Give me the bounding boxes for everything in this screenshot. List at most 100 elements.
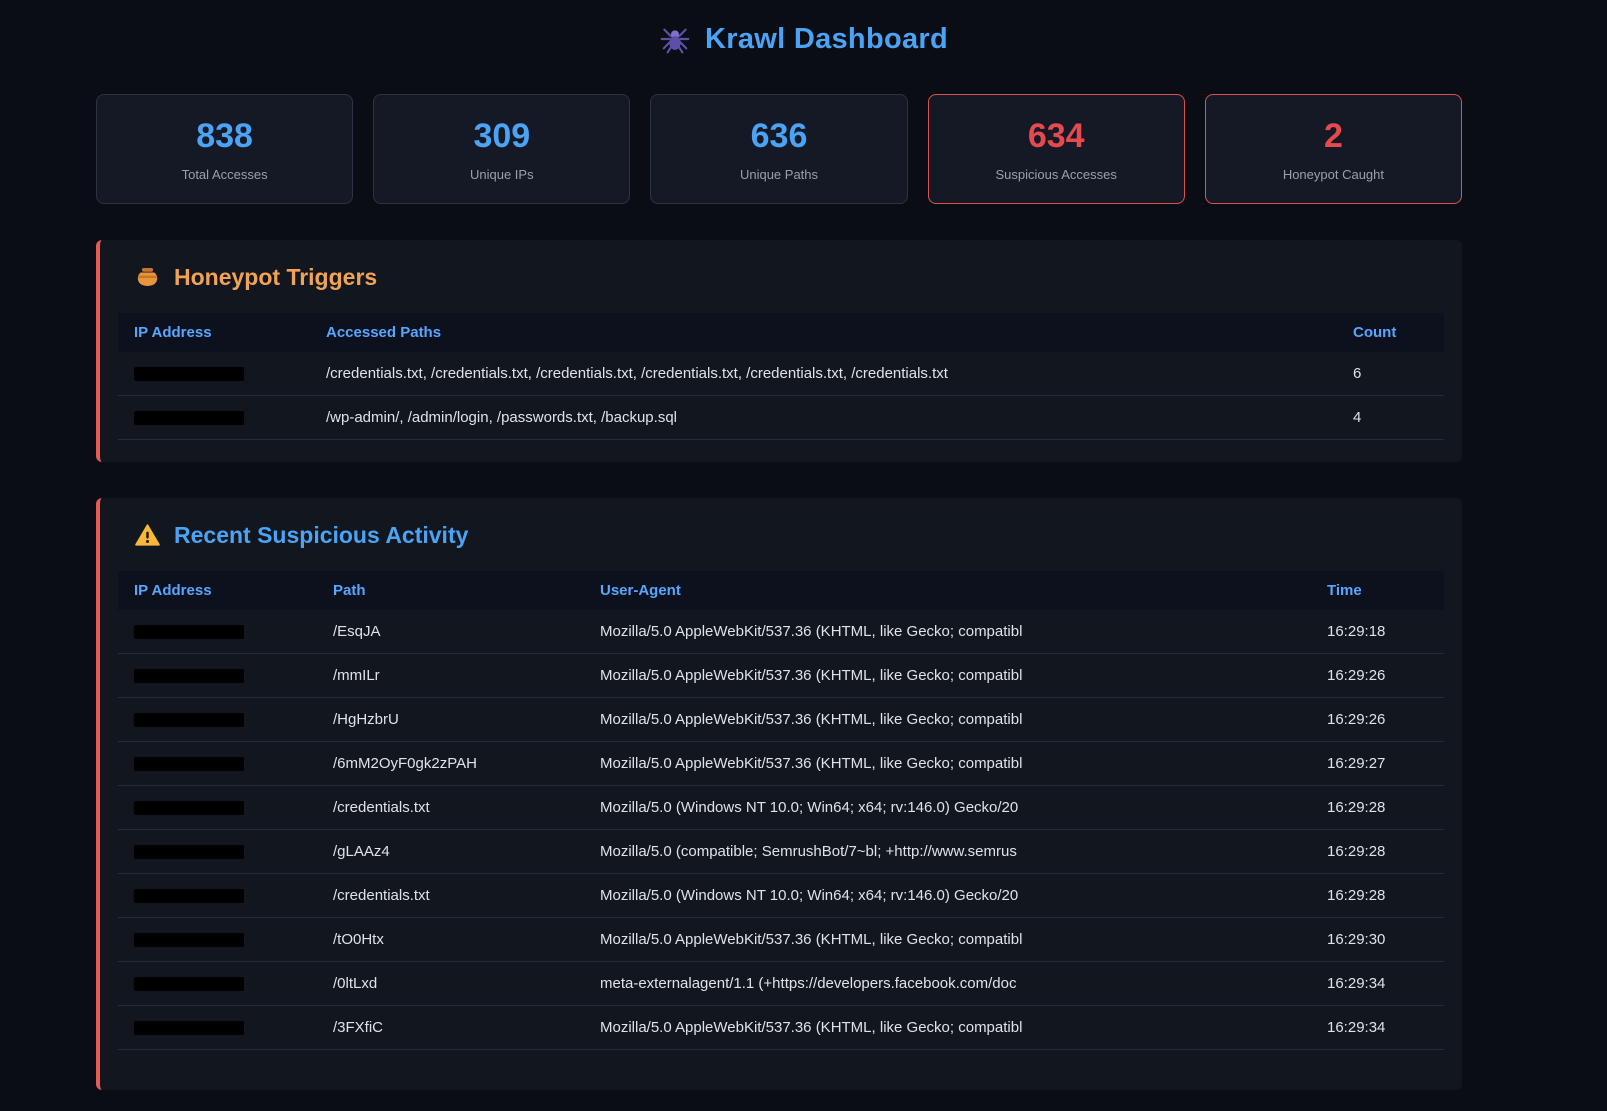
honeypot-row: /credentials.txt, /credentials.txt, /cre… — [118, 352, 1444, 396]
suspicious-path-cell: /credentials.txt — [317, 874, 584, 918]
page-header: Krawl Dashboard — [0, 0, 1607, 62]
suspicious-row: /gLAAz4 Mozilla/5.0 (compatible; Semrush… — [118, 830, 1444, 874]
suspicious-useragent-cell: Mozilla/5.0 (compatible; SemrushBot/7~bl… — [584, 830, 1311, 874]
honeypot-paths-cell: /wp-admin/, /admin/login, /passwords.txt… — [310, 396, 1337, 440]
redacted-ip — [134, 411, 244, 425]
suspicious-ip-cell — [118, 698, 317, 742]
stats-row: 838 Total Accesses 309 Unique IPs 636 Un… — [96, 94, 1462, 204]
honeypot-table: IP Address Accessed Paths Count /credent… — [118, 313, 1444, 440]
redacted-ip — [134, 757, 244, 771]
suspicious-path-cell: /HgHzbrU — [317, 698, 584, 742]
suspicious-path-cell: /mmILr — [317, 654, 584, 698]
stat-label: Unique IPs — [470, 167, 534, 182]
suspicious-useragent-cell: Mozilla/5.0 (Windows NT 10.0; Win64; x64… — [584, 786, 1311, 830]
stat-card: 2 Honeypot Caught — [1205, 94, 1462, 204]
honeypot-ip-cell — [118, 396, 310, 440]
suspicious-col-path: Path — [317, 571, 584, 610]
suspicious-table: IP Address Path User-Agent Time /EsqJA M… — [118, 571, 1444, 1050]
honeypot-count-cell: 6 — [1337, 352, 1444, 396]
stat-label: Total Accesses — [182, 167, 268, 182]
suspicious-useragent-cell: Mozilla/5.0 AppleWebKit/537.36 (KHTML, l… — [584, 918, 1311, 962]
suspicious-useragent-cell: Mozilla/5.0 (Windows NT 10.0; Win64; x64… — [584, 874, 1311, 918]
suspicious-time-cell: 16:29:27 — [1311, 742, 1444, 786]
stat-label: Honeypot Caught — [1283, 167, 1384, 182]
suspicious-time-cell: 16:29:28 — [1311, 830, 1444, 874]
redacted-ip — [134, 889, 244, 903]
suspicious-time-cell: 16:29:28 — [1311, 786, 1444, 830]
suspicious-useragent-cell: Mozilla/5.0 AppleWebKit/537.36 (KHTML, l… — [584, 1006, 1311, 1050]
stat-card: 634 Suspicious Accesses — [928, 94, 1185, 204]
stat-value: 2 — [1324, 117, 1343, 156]
page-title: Krawl Dashboard — [705, 23, 948, 56]
stat-value: 309 — [473, 117, 530, 156]
suspicious-row: /tO0Htx Mozilla/5.0 AppleWebKit/537.36 (… — [118, 918, 1444, 962]
suspicious-ip-cell — [118, 918, 317, 962]
suspicious-path-cell: /tO0Htx — [317, 918, 584, 962]
suspicious-path-cell: /EsqJA — [317, 610, 584, 654]
suspicious-path-cell: /6mM2OyF0gk2zPAH — [317, 742, 584, 786]
suspicious-ip-cell — [118, 830, 317, 874]
honeypot-col-ip: IP Address — [118, 313, 310, 352]
suspicious-path-cell: /gLAAz4 — [317, 830, 584, 874]
redacted-ip — [134, 933, 244, 947]
suspicious-ip-cell — [118, 742, 317, 786]
suspicious-row: /6mM2OyF0gk2zPAH Mozilla/5.0 AppleWebKit… — [118, 742, 1444, 786]
spider-icon — [659, 23, 691, 55]
suspicious-useragent-cell: Mozilla/5.0 AppleWebKit/537.36 (KHTML, l… — [584, 742, 1311, 786]
suspicious-ip-cell — [118, 1006, 317, 1050]
suspicious-ip-cell — [118, 962, 317, 1006]
suspicious-ip-cell — [118, 610, 317, 654]
suspicious-title: Recent Suspicious Activity — [174, 522, 468, 549]
redacted-ip — [134, 977, 244, 991]
suspicious-ip-cell — [118, 654, 317, 698]
suspicious-col-useragent: User-Agent — [584, 571, 1311, 610]
suspicious-row: /credentials.txt Mozilla/5.0 (Windows NT… — [118, 874, 1444, 918]
stat-value: 636 — [751, 117, 808, 156]
suspicious-row: /0ltLxd meta-externalagent/1.1 (+https:/… — [118, 962, 1444, 1006]
suspicious-time-cell: 16:29:26 — [1311, 698, 1444, 742]
suspicious-time-cell: 16:29:34 — [1311, 1006, 1444, 1050]
suspicious-col-ip: IP Address — [118, 571, 317, 610]
honeypot-panel: Honeypot Triggers IP Address Accessed Pa… — [96, 240, 1462, 462]
suspicious-useragent-cell: Mozilla/5.0 AppleWebKit/537.36 (KHTML, l… — [584, 654, 1311, 698]
redacted-ip — [134, 367, 244, 381]
suspicious-time-cell: 16:29:26 — [1311, 654, 1444, 698]
redacted-ip — [134, 845, 244, 859]
honeypot-header-row: IP Address Accessed Paths Count — [118, 313, 1444, 352]
honeypot-col-count: Count — [1337, 313, 1444, 352]
suspicious-row: /3FXfiC Mozilla/5.0 AppleWebKit/537.36 (… — [118, 1006, 1444, 1050]
suspicious-col-time: Time — [1311, 571, 1444, 610]
suspicious-header-row: IP Address Path User-Agent Time — [118, 571, 1444, 610]
suspicious-useragent-cell: Mozilla/5.0 AppleWebKit/537.36 (KHTML, l… — [584, 610, 1311, 654]
stat-card: 309 Unique IPs — [373, 94, 630, 204]
suspicious-row: /credentials.txt Mozilla/5.0 (Windows NT… — [118, 786, 1444, 830]
suspicious-path-cell: /credentials.txt — [317, 786, 584, 830]
suspicious-row: /EsqJA Mozilla/5.0 AppleWebKit/537.36 (K… — [118, 610, 1444, 654]
suspicious-ip-cell — [118, 874, 317, 918]
honeypot-heading: Honeypot Triggers — [134, 264, 1444, 291]
honeypot-icon — [134, 264, 161, 291]
suspicious-path-cell: /3FXfiC — [317, 1006, 584, 1050]
redacted-ip — [134, 1021, 244, 1035]
suspicious-useragent-cell: meta-externalagent/1.1 (+https://develop… — [584, 962, 1311, 1006]
suspicious-time-cell: 16:29:30 — [1311, 918, 1444, 962]
suspicious-row: /mmILr Mozilla/5.0 AppleWebKit/537.36 (K… — [118, 654, 1444, 698]
warning-icon — [134, 522, 161, 549]
honeypot-col-paths: Accessed Paths — [310, 313, 1337, 352]
stat-value: 634 — [1028, 117, 1085, 156]
stat-card: 636 Unique Paths — [650, 94, 907, 204]
redacted-ip — [134, 669, 244, 683]
dashboard-container: 838 Total Accesses 309 Unique IPs 636 Un… — [96, 94, 1462, 1090]
suspicious-panel: Recent Suspicious Activity IP Address Pa… — [96, 498, 1462, 1090]
redacted-ip — [134, 625, 244, 639]
suspicious-useragent-cell: Mozilla/5.0 AppleWebKit/537.36 (KHTML, l… — [584, 698, 1311, 742]
honeypot-title: Honeypot Triggers — [174, 264, 377, 291]
redacted-ip — [134, 801, 244, 815]
suspicious-row: /HgHzbrU Mozilla/5.0 AppleWebKit/537.36 … — [118, 698, 1444, 742]
honeypot-ip-cell — [118, 352, 310, 396]
suspicious-time-cell: 16:29:18 — [1311, 610, 1444, 654]
stat-label: Suspicious Accesses — [996, 167, 1117, 182]
stat-card: 838 Total Accesses — [96, 94, 353, 204]
stat-label: Unique Paths — [740, 167, 818, 182]
honeypot-paths-cell: /credentials.txt, /credentials.txt, /cre… — [310, 352, 1337, 396]
